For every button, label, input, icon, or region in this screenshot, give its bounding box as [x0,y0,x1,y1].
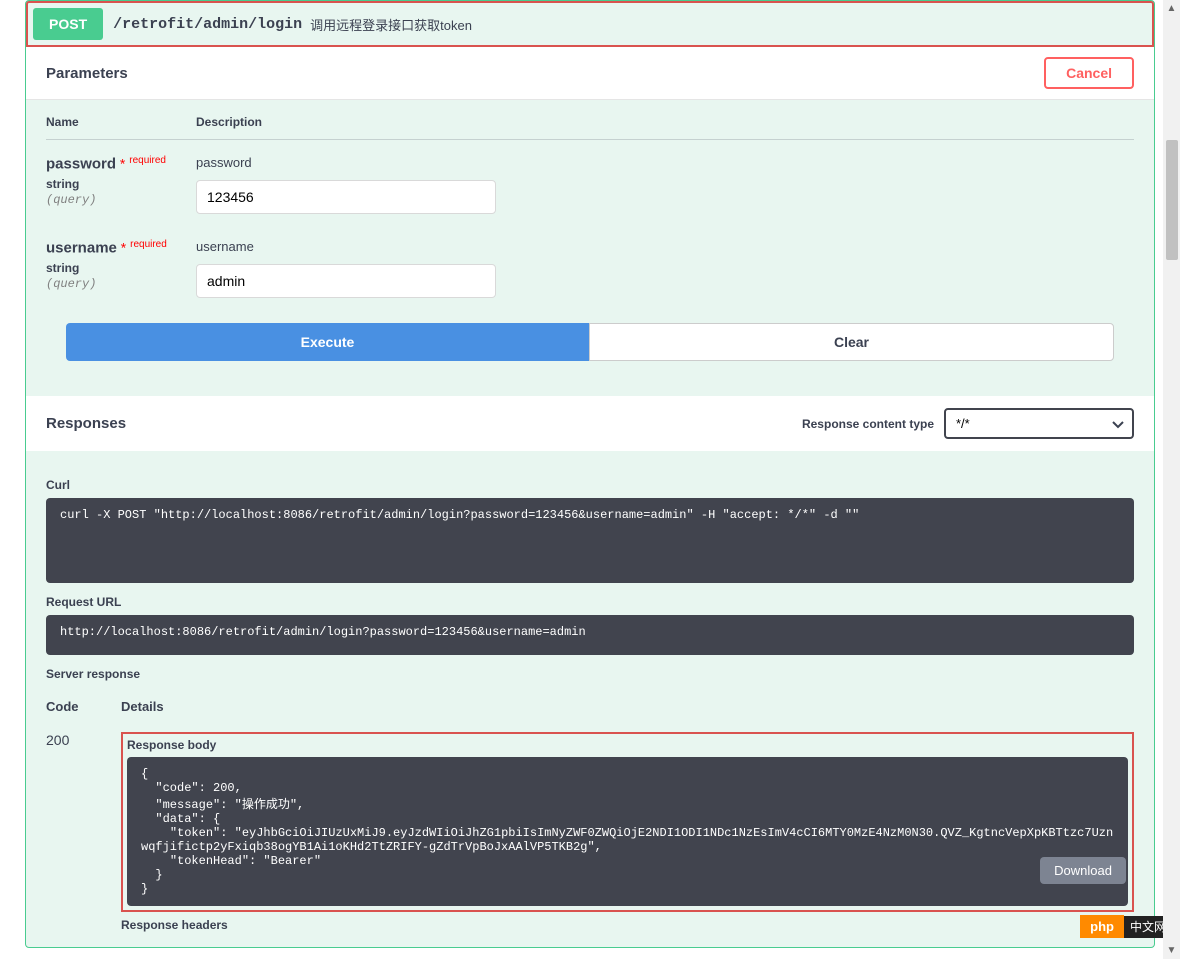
required-star: * [121,240,126,256]
response-body-label: Response body [127,738,1128,752]
content-type-label: Response content type [802,417,934,431]
cancel-button[interactable]: Cancel [1044,57,1134,89]
request-url-value: http://localhost:8086/retrofit/admin/log… [46,615,1134,655]
required-label: required [129,155,166,166]
param-location: (query) [46,193,196,207]
scroll-up-arrow-icon[interactable]: ▲ [1163,0,1180,17]
watermark: php中文网 [1080,918,1172,935]
response-headers-label: Response headers [121,918,1134,932]
column-name: Name [46,115,196,129]
column-description: Description [196,115,262,129]
param-location: (query) [46,277,196,291]
clear-button[interactable]: Clear [589,323,1114,361]
parameters-header: Parameters Cancel [26,47,1154,100]
scrollbar-track[interactable]: ▲ ▼ [1163,0,1180,959]
parameter-row: password * required string (query) passw… [46,155,1134,214]
parameters-table: Name Description password * required str… [26,100,1154,396]
operation-path: /retrofit/admin/login [113,16,302,33]
parameters-title: Parameters [46,65,128,82]
param-type: string [46,261,196,275]
param-name: password [46,156,116,173]
response-body: { "code": 200, "message": "操作成功", "data"… [127,757,1128,906]
responses-title: Responses [46,415,126,432]
download-button[interactable]: Download [1040,857,1126,884]
required-label: required [130,239,167,250]
operation-summary[interactable]: POST /retrofit/admin/login 调用远程登录接口获取tok… [26,1,1154,47]
code-header: Code [46,691,121,722]
responses-header: Responses Response content type */* [26,396,1154,451]
operation-block: POST /retrofit/admin/login 调用远程登录接口获取tok… [25,0,1155,948]
required-star: * [120,156,125,172]
watermark-php: php [1080,915,1124,938]
operation-summary-text: 调用远程登录接口获取token [310,15,472,34]
param-description: username [196,239,1134,254]
response-code: 200 [46,732,121,748]
scroll-down-arrow-icon[interactable]: ▼ [1163,942,1180,959]
param-name: username [46,240,117,257]
details-header: Details [121,691,1134,722]
curl-command: curl -X POST "http://localhost:8086/retr… [46,498,1134,583]
username-input[interactable] [196,264,496,298]
content-type-select[interactable]: */* [944,408,1134,439]
password-input[interactable] [196,180,496,214]
scrollbar-thumb[interactable] [1166,140,1178,260]
param-type: string [46,177,196,191]
execute-button[interactable]: Execute [66,323,589,361]
http-method-badge: POST [33,8,103,40]
param-description: password [196,155,1134,170]
parameter-row: username * required string (query) usern… [46,239,1134,298]
request-url-label: Request URL [46,595,1134,609]
server-response-label: Server response [46,667,1134,681]
curl-label: Curl [46,478,1134,492]
